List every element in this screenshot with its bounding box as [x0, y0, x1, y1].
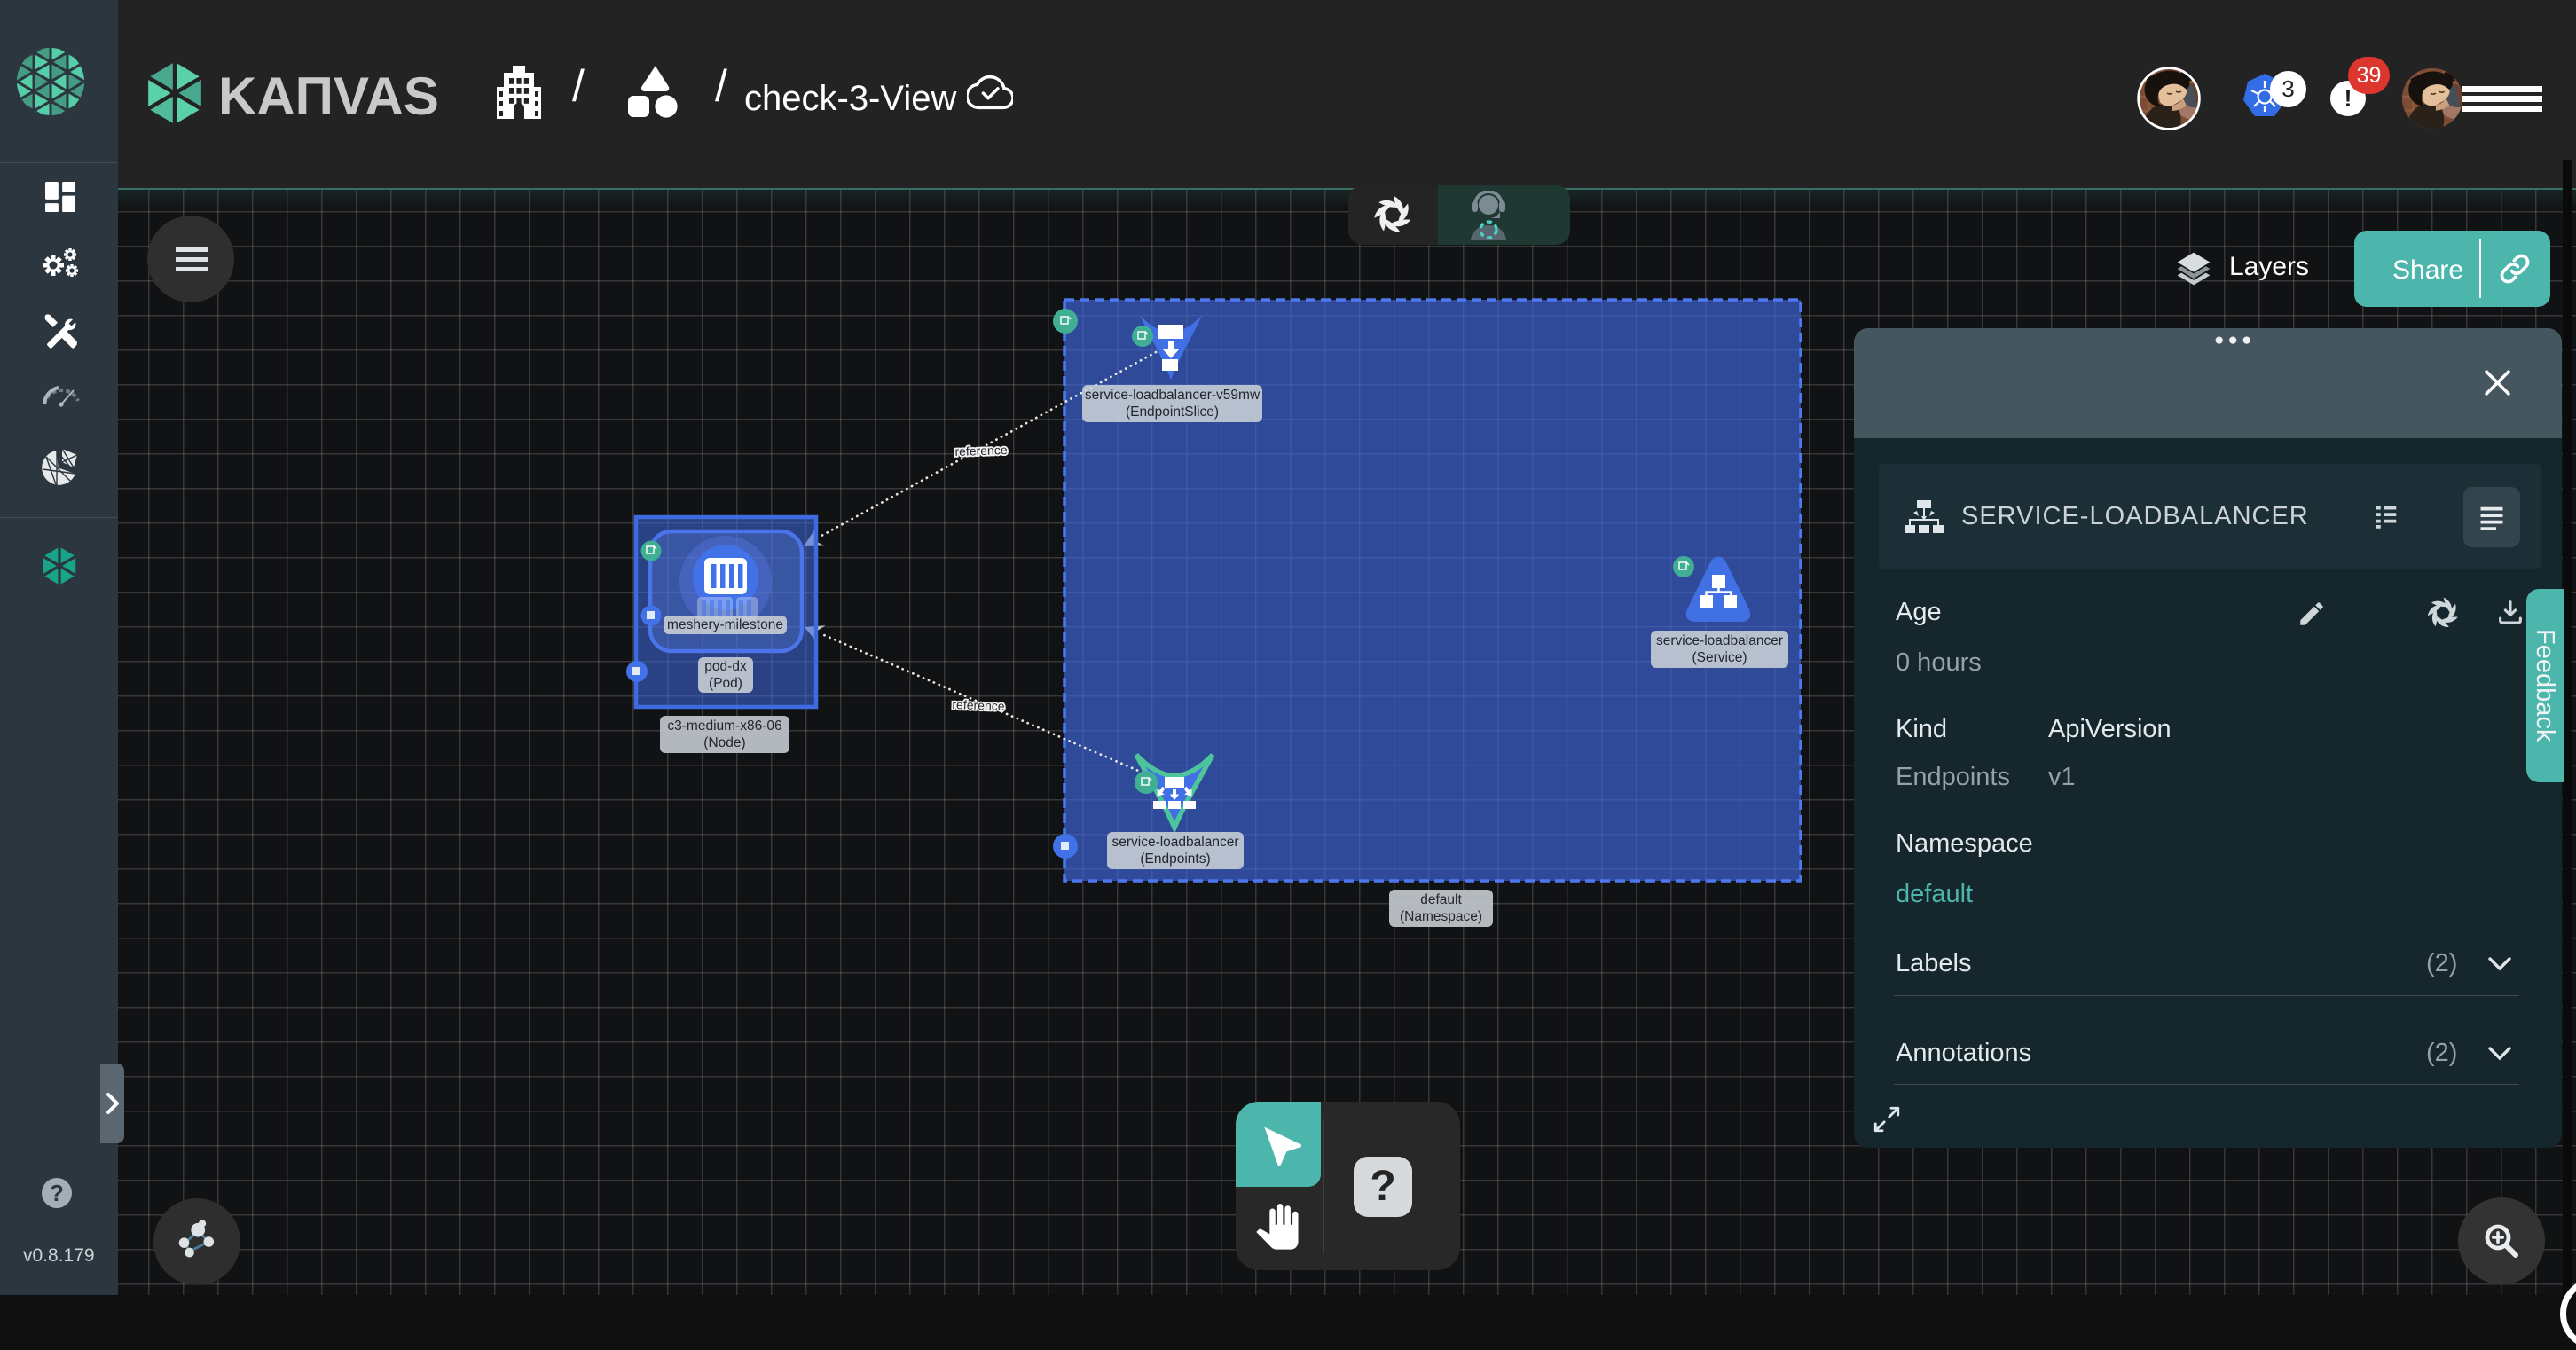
svg-text:reference: reference: [954, 443, 1008, 459]
svg-text:reference: reference: [952, 697, 1005, 713]
